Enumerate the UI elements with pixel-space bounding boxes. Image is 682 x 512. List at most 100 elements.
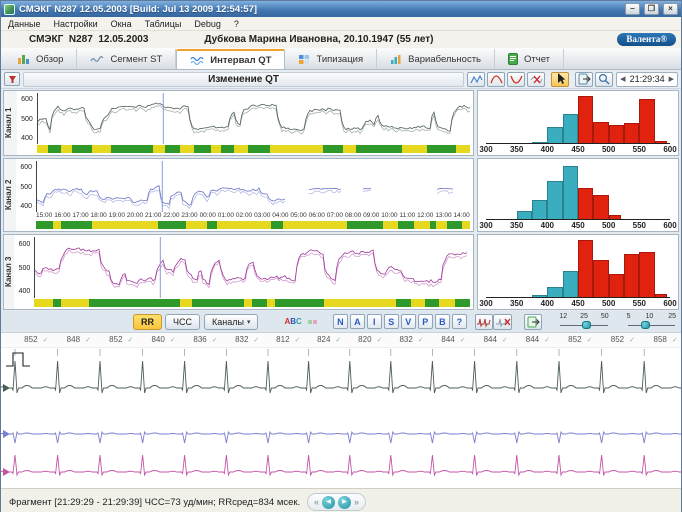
beat-class-buttons: NAISVPB? — [331, 314, 467, 329]
hist-bar — [563, 114, 578, 143]
time-axis: 15:0016:0017:0018:0019:0020:0021:0022:00… — [36, 212, 470, 220]
tab-overview[interactable]: Обзор — [4, 49, 77, 69]
beat-button-I[interactable]: I — [367, 314, 382, 329]
beat-delete-button[interactable] — [493, 314, 512, 330]
tab-st-segment[interactable]: Сегмент ST — [77, 49, 176, 69]
beat-marks-button[interactable] — [475, 314, 494, 330]
apply-page-button[interactable] — [524, 314, 543, 330]
rr-button[interactable]: RR — [133, 314, 162, 330]
check-icon: ✓ — [502, 336, 508, 344]
arch-button[interactable] — [487, 72, 505, 87]
speed-slider-knob[interactable] — [641, 321, 650, 329]
lead-marker-1[interactable] — [3, 384, 10, 392]
gain-slider-knob[interactable] — [582, 321, 591, 329]
forward-icon[interactable]: » — [354, 498, 359, 507]
beat-button-A[interactable]: A — [350, 314, 365, 329]
x-tick: 550 — [633, 221, 646, 230]
rr-value-0: 852✓ — [24, 335, 48, 344]
abc-icon[interactable]: ABC — [284, 317, 301, 326]
qt-trend-trace-1 — [38, 93, 470, 144]
play-icon[interactable]: ▶ — [338, 496, 351, 509]
x-tick: 500 — [602, 299, 615, 308]
menu-item-1[interactable]: Настройки — [54, 19, 98, 29]
tab-typing[interactable]: Типизация — [285, 49, 377, 69]
record-id: СМЭКГ N287 12.05.2003 — [29, 34, 148, 45]
y-axis-3: 600500400 — [14, 237, 34, 298]
channels-dropdown[interactable]: Каналы ▾ — [204, 314, 258, 330]
hist-bar — [578, 240, 593, 297]
channel-label-2: Канал 2 — [4, 159, 16, 231]
channel-panel-1: Канал 1600500400 — [3, 90, 474, 156]
minimize-button[interactable]: – — [625, 3, 640, 15]
speed-label: 5 — [627, 313, 631, 320]
rr-number: 852 — [611, 335, 624, 344]
menu-item-2[interactable]: Окна — [111, 19, 132, 29]
rr-number: 852 — [568, 335, 581, 344]
time-navigator[interactable]: ◀ 21:29:34 ▶ — [616, 72, 678, 87]
u-wave-button[interactable] — [507, 72, 525, 87]
time-tick: 20:00 — [127, 212, 143, 220]
rr-number: 858 — [654, 335, 667, 344]
y-tick: 600 — [19, 241, 31, 248]
menu-item-4[interactable]: Debug — [194, 19, 221, 29]
tab-qt-interval[interactable]: Интервал QT — [176, 49, 285, 69]
qt-trend-plot-1[interactable] — [37, 93, 470, 144]
wave-excluded-icon — [530, 74, 543, 85]
qt-trend-plot-3[interactable] — [34, 237, 470, 298]
beat-button-N[interactable]: N — [333, 314, 348, 329]
rr-value-15: 858✓ — [654, 335, 678, 344]
speed-slider[interactable]: 51025 — [626, 313, 677, 331]
restore-button[interactable]: ❐ — [644, 3, 659, 15]
y-tick: 500 — [20, 184, 32, 191]
main-region: Канал 1600500400 Канал 2 600500400 15:0016:… — [1, 89, 681, 311]
rr-value-8: 820✓ — [358, 335, 382, 344]
menu-item-5[interactable]: ? — [234, 19, 239, 29]
color-dots-icon[interactable] — [308, 320, 317, 324]
rewind-icon[interactable]: « — [314, 498, 319, 507]
hr-button[interactable]: ЧСС — [165, 314, 200, 330]
step-back-icon[interactable]: ◀ — [322, 496, 335, 509]
cursor-button[interactable] — [551, 72, 569, 87]
patient-bar: СМЭКГ N287 12.05.2003 Дубкова Марина Ива… — [1, 31, 681, 48]
beat-button-S[interactable]: S — [384, 314, 399, 329]
menu-item-3[interactable]: Таблицы — [145, 19, 182, 29]
time-tick: 18:00 — [91, 212, 107, 220]
filter-button[interactable] — [4, 72, 20, 86]
zoom-button[interactable] — [595, 72, 613, 87]
tab-label: Обзор — [36, 54, 63, 65]
wave-excluded-button[interactable] — [527, 72, 545, 87]
apply-page-button[interactable] — [575, 72, 593, 87]
beat-button-unknown[interactable]: ? — [452, 314, 467, 329]
time-tick: 17:00 — [72, 212, 88, 220]
check-icon: ✓ — [544, 336, 550, 344]
current-time: 21:29:34 — [630, 74, 665, 84]
menu-item-0[interactable]: Данные — [8, 19, 41, 29]
tab-label: Вариабельность — [408, 54, 481, 65]
hist-icon — [390, 54, 402, 65]
lead-marker-2[interactable] — [3, 430, 10, 438]
rr-value-6: 812✓ — [276, 335, 300, 344]
x-tick: 550 — [633, 145, 646, 154]
beat-button-P[interactable]: P — [418, 314, 433, 329]
y-tick: 500 — [21, 116, 33, 123]
tab-report[interactable]: Отчет — [495, 49, 564, 69]
check-icon: ✓ — [253, 336, 259, 344]
gain-slider[interactable]: 122550 — [558, 313, 609, 331]
qt-trend-plot-2[interactable] — [36, 161, 470, 212]
histogram-x-axis-2: 300350400450500550600 — [486, 220, 670, 230]
lead-marker-3[interactable] — [3, 468, 10, 476]
check-icon: ✓ — [629, 336, 635, 344]
beat-button-B[interactable]: B — [435, 314, 450, 329]
hist-bar — [593, 260, 608, 297]
time-tick: 03:00 — [254, 212, 270, 220]
beat-button-V[interactable]: V — [401, 314, 416, 329]
time-prev-icon[interactable]: ◀ — [620, 75, 625, 83]
title-bar: СМЭКГ N287 12.05.2003 [Build: Jul 13 200… — [1, 1, 681, 17]
time-next-icon[interactable]: ▶ — [669, 75, 674, 83]
ecg-strip-area[interactable] — [1, 348, 681, 488]
time-tick: 19:00 — [109, 212, 125, 220]
close-button[interactable]: × — [663, 3, 678, 15]
tab-variability[interactable]: Вариабельность — [377, 49, 495, 69]
check-icon: ✓ — [335, 336, 341, 344]
trend-line-button[interactable] — [467, 72, 485, 87]
